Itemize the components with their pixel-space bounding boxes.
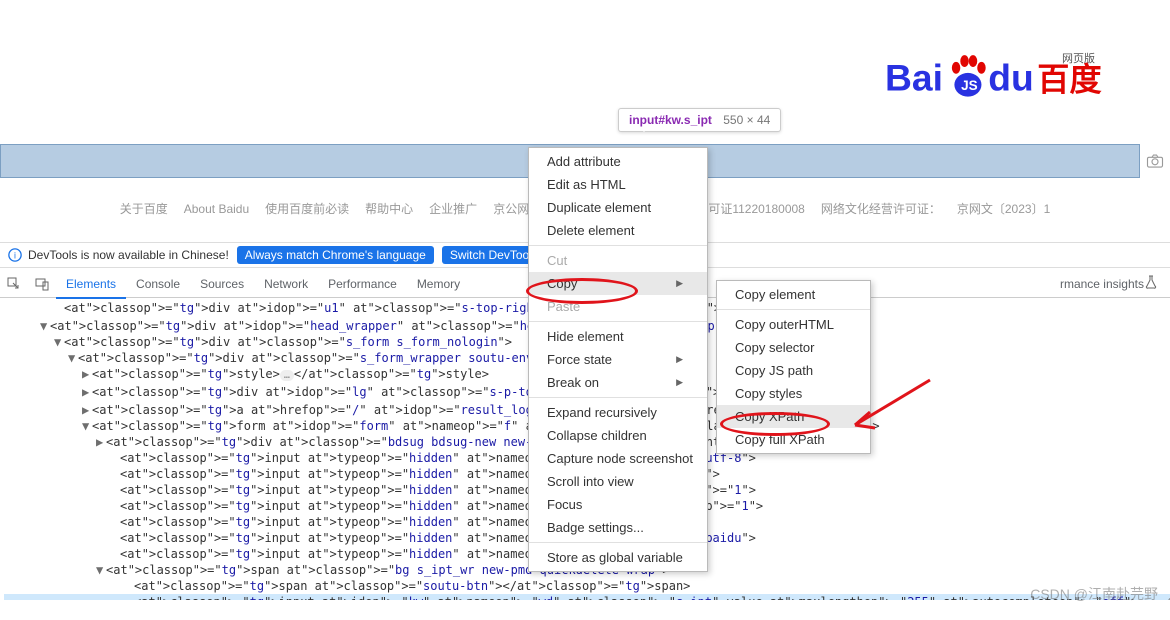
menu-item-scroll-into-view[interactable]: Scroll into view xyxy=(529,470,707,493)
menu-item-copy-xpath[interactable]: Copy XPath xyxy=(717,405,870,428)
tooltip-dims: 550 × 44 xyxy=(723,113,770,127)
footer-link[interactable]: 使用百度前必读 xyxy=(265,202,349,216)
menu-item-add-attribute[interactable]: Add attribute xyxy=(529,150,707,173)
footer-link[interactable]: About Baidu xyxy=(184,202,249,216)
footer-link[interactable]: 企业推广 xyxy=(429,202,477,216)
menu-item-copy-js-path[interactable]: Copy JS path xyxy=(717,359,870,382)
menu-item-badge-settings-[interactable]: Badge settings... xyxy=(529,516,707,539)
context-menu[interactable]: Add attributeEdit as HTMLDuplicate eleme… xyxy=(528,147,708,572)
menu-item-focus[interactable]: Focus xyxy=(529,493,707,516)
footer-link[interactable]: 网络文化经营许可证： xyxy=(821,202,941,216)
menu-item-delete-element[interactable]: Delete element xyxy=(529,219,707,242)
device-icon[interactable] xyxy=(28,277,56,291)
baidu-logo: Bai JS du 百度 xyxy=(885,48,1105,108)
dom-line[interactable]: <at">classop">="tg">input at">idop">="kw… xyxy=(4,594,1170,600)
menu-item-force-state[interactable]: Force state xyxy=(529,348,707,371)
tab-sources[interactable]: Sources xyxy=(190,271,254,297)
info-msg: DevTools is now available in Chinese! xyxy=(28,248,229,262)
inspect-icon[interactable] xyxy=(0,277,28,291)
svg-text:i: i xyxy=(14,251,16,261)
menu-item-copy-selector[interactable]: Copy selector xyxy=(717,336,870,359)
svg-text:du: du xyxy=(988,57,1033,99)
menu-item-paste: Paste xyxy=(529,295,707,318)
menu-item-copy-element[interactable]: Copy element xyxy=(717,283,870,306)
tab-elements[interactable]: Elements xyxy=(56,271,126,299)
menu-item-hide-element[interactable]: Hide element xyxy=(529,325,707,348)
menu-item-collapse-children[interactable]: Collapse children xyxy=(529,424,707,447)
menu-item-copy[interactable]: Copy xyxy=(529,272,707,295)
menu-item-expand-recursively[interactable]: Expand recursively xyxy=(529,401,707,424)
tab-memory[interactable]: Memory xyxy=(407,271,470,297)
element-tooltip: input#kw.s_ipt 550 × 44 xyxy=(618,108,781,132)
menu-item-capture-node-screenshot[interactable]: Capture node screenshot xyxy=(529,447,707,470)
menu-item-copy-outerhtml[interactable]: Copy outerHTML xyxy=(717,313,870,336)
tab-performance[interactable]: Performance xyxy=(318,271,407,297)
menu-item-break-on[interactable]: Break on xyxy=(529,371,707,394)
footer-link[interactable]: 帮助中心 xyxy=(365,202,413,216)
info-icon: i xyxy=(8,248,22,262)
tab-network[interactable]: Network xyxy=(254,271,318,297)
menu-item-copy-styles[interactable]: Copy styles xyxy=(717,382,870,405)
tooltip-selector: input#kw.s_ipt xyxy=(629,113,712,127)
menu-item-edit-as-html[interactable]: Edit as HTML xyxy=(529,173,707,196)
camera-icon[interactable] xyxy=(1140,144,1170,178)
dom-line[interactable]: <at">classop">="tg">span at">classop">="… xyxy=(4,578,1170,594)
perf-insights-label: rmance insights xyxy=(1060,277,1144,291)
flask-icon[interactable] xyxy=(1144,275,1158,292)
watermark: CSDN @江南赴芫野 xyxy=(1030,584,1158,604)
svg-text:Bai: Bai xyxy=(885,57,943,99)
match-language-button[interactable]: Always match Chrome's language xyxy=(237,246,434,264)
footer-link[interactable]: 关于百度 xyxy=(120,202,168,216)
menu-item-copy-full-xpath[interactable]: Copy full XPath xyxy=(717,428,870,451)
svg-text:JS: JS xyxy=(961,78,978,93)
menu-item-store-as-global-variable[interactable]: Store as global variable xyxy=(529,546,707,569)
tab-console[interactable]: Console xyxy=(126,271,190,297)
menu-item-duplicate-element[interactable]: Duplicate element xyxy=(529,196,707,219)
svg-text:百度: 百度 xyxy=(1037,62,1102,98)
copy-submenu[interactable]: Copy elementCopy outerHTMLCopy selectorC… xyxy=(716,280,871,454)
menu-item-cut: Cut xyxy=(529,249,707,272)
footer-link[interactable]: 京网文〔2023〕1 xyxy=(957,202,1050,216)
